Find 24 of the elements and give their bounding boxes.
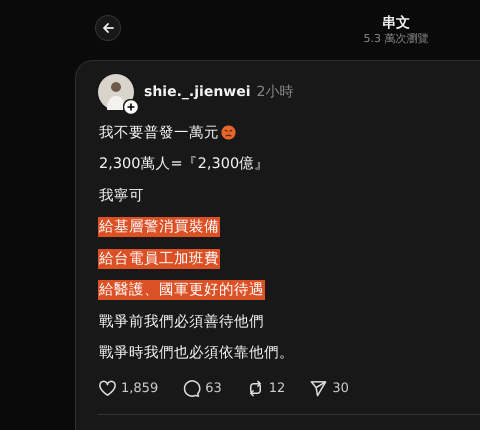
back-button[interactable]: [95, 15, 121, 41]
post-text: 戰爭前我們必須善待他們: [98, 312, 265, 332]
view-count: 5.3 萬次瀏覽: [362, 32, 430, 46]
like-button[interactable]: 1,859: [98, 379, 158, 398]
post-text: 我寧可: [98, 186, 145, 206]
page-title: 串文: [381, 14, 411, 32]
heart-icon: [98, 379, 117, 398]
back-arrow-icon: [102, 22, 114, 34]
person-silhouette-icon: [98, 74, 134, 110]
comment-icon: [182, 379, 202, 398]
post-text: 2,300萬人=『2,300億』: [98, 155, 270, 174]
send-icon: [309, 379, 328, 398]
post-time: 2小時: [256, 83, 294, 101]
username[interactable]: shie._.jienwei: [144, 84, 251, 100]
post-text: 給台電員工加班費: [98, 248, 220, 269]
angry-emoji-icon: [221, 125, 236, 140]
follow-plus-icon[interactable]: [123, 99, 139, 115]
share-button[interactable]: 30: [309, 379, 349, 398]
post-text: 我不要普發一萬元: [98, 124, 220, 143]
repost-button[interactable]: 12: [246, 379, 286, 398]
comment-button[interactable]: 63: [182, 379, 222, 398]
post-text: 給基層警消買裝備: [98, 217, 220, 238]
post-text: 戰爭時我們也必須依靠他們。: [98, 344, 295, 364]
post-text: 給醫護、國軍更好的待遇: [98, 280, 265, 300]
